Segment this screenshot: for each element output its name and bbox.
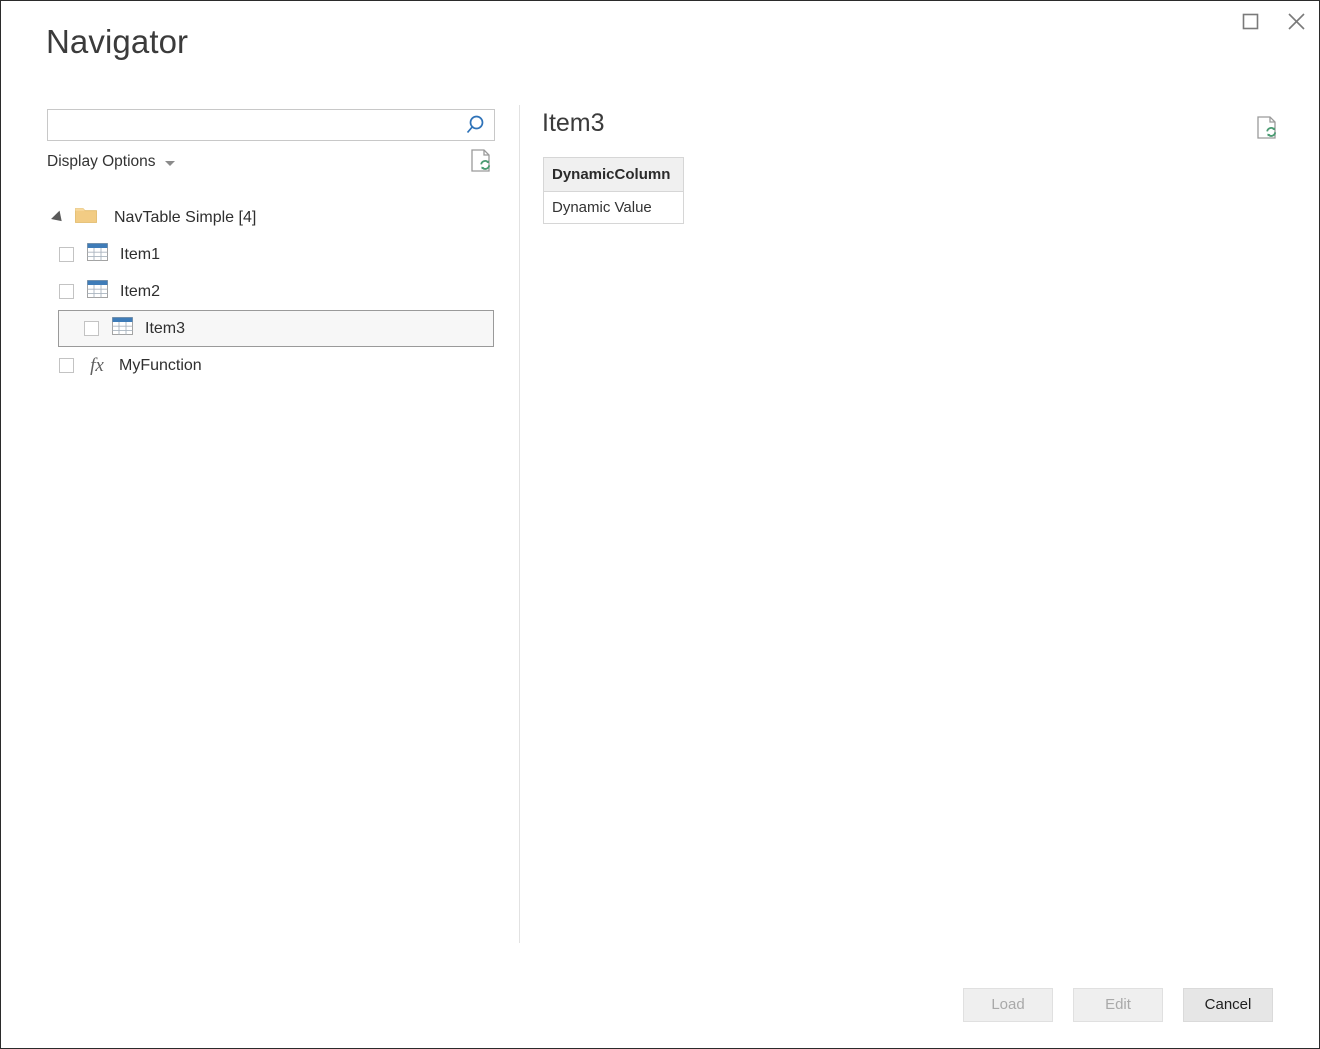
preview-title: Item3 bbox=[542, 109, 605, 137]
display-options-label: Display Options bbox=[47, 153, 156, 170]
search-row bbox=[47, 109, 495, 141]
search-input[interactable] bbox=[47, 109, 495, 141]
tree-root-label: NavTable Simple [4] bbox=[114, 208, 257, 226]
tree-item-label: Item1 bbox=[120, 245, 161, 263]
checkbox-item2[interactable] bbox=[59, 284, 74, 299]
title-bar bbox=[1, 1, 1319, 41]
table-icon bbox=[87, 243, 108, 266]
left-pane: Display Options NavTable Simple [4] Item… bbox=[1, 91, 519, 938]
preview-table: DynamicColumn Dynamic Value bbox=[543, 157, 684, 224]
refresh-preview-button-left[interactable] bbox=[469, 148, 493, 174]
tree-item-item3[interactable]: Item3 bbox=[58, 310, 494, 347]
cancel-button[interactable]: Cancel bbox=[1183, 988, 1273, 1022]
navigation-tree: NavTable Simple [4] Item1 Item2 Item3 fx… bbox=[1, 199, 519, 384]
checkbox-myfunction[interactable] bbox=[59, 358, 74, 373]
maximize-button[interactable] bbox=[1227, 1, 1273, 41]
checkbox-item1[interactable] bbox=[59, 247, 74, 262]
dialog-footer: Load Edit Cancel bbox=[1, 938, 1319, 1048]
expander-triangle-icon[interactable] bbox=[51, 210, 66, 225]
page-title: Navigator bbox=[46, 23, 189, 60]
refresh-page-icon bbox=[1255, 116, 1279, 145]
preview-table-cell: Dynamic Value bbox=[543, 191, 684, 224]
tree-item-item2[interactable]: Item2 bbox=[1, 273, 519, 310]
function-fx-icon: fx bbox=[90, 355, 104, 376]
footer-buttons: Load Edit Cancel bbox=[963, 988, 1273, 1022]
load-button[interactable]: Load bbox=[963, 988, 1053, 1022]
tree-item-label: MyFunction bbox=[119, 356, 202, 374]
tree-item-label: Item3 bbox=[145, 319, 186, 337]
tree-item-label: Item2 bbox=[120, 282, 161, 300]
maximize-icon bbox=[1242, 13, 1259, 30]
close-icon bbox=[1287, 12, 1306, 31]
table-icon bbox=[87, 280, 108, 303]
preview-pane: Item3 DynamicColumn Dynamic Value bbox=[520, 91, 1319, 938]
tree-root-navtable-simple[interactable]: NavTable Simple [4] bbox=[1, 199, 519, 236]
close-button[interactable] bbox=[1273, 1, 1319, 41]
checkbox-item3[interactable] bbox=[84, 321, 99, 336]
search-icon[interactable] bbox=[464, 114, 486, 136]
tree-item-item1[interactable]: Item1 bbox=[1, 236, 519, 273]
navigator-dialog: Navigator Display Options NavTable Simpl… bbox=[0, 0, 1320, 1049]
preview-table-row: Dynamic Value bbox=[543, 191, 684, 224]
refresh-preview-button-right[interactable] bbox=[1255, 115, 1279, 141]
edit-button[interactable]: Edit bbox=[1073, 988, 1163, 1022]
preview-table-header-row: DynamicColumn bbox=[543, 157, 684, 192]
tree-item-myfunction[interactable]: fx MyFunction bbox=[1, 347, 519, 384]
display-options-dropdown[interactable]: Display Options bbox=[47, 153, 175, 171]
window-controls bbox=[1227, 1, 1319, 41]
table-icon bbox=[112, 317, 133, 340]
refresh-page-icon bbox=[469, 149, 493, 178]
chevron-down-icon bbox=[164, 161, 175, 166]
folder-icon bbox=[75, 206, 97, 229]
preview-table-column-header[interactable]: DynamicColumn bbox=[543, 157, 684, 192]
